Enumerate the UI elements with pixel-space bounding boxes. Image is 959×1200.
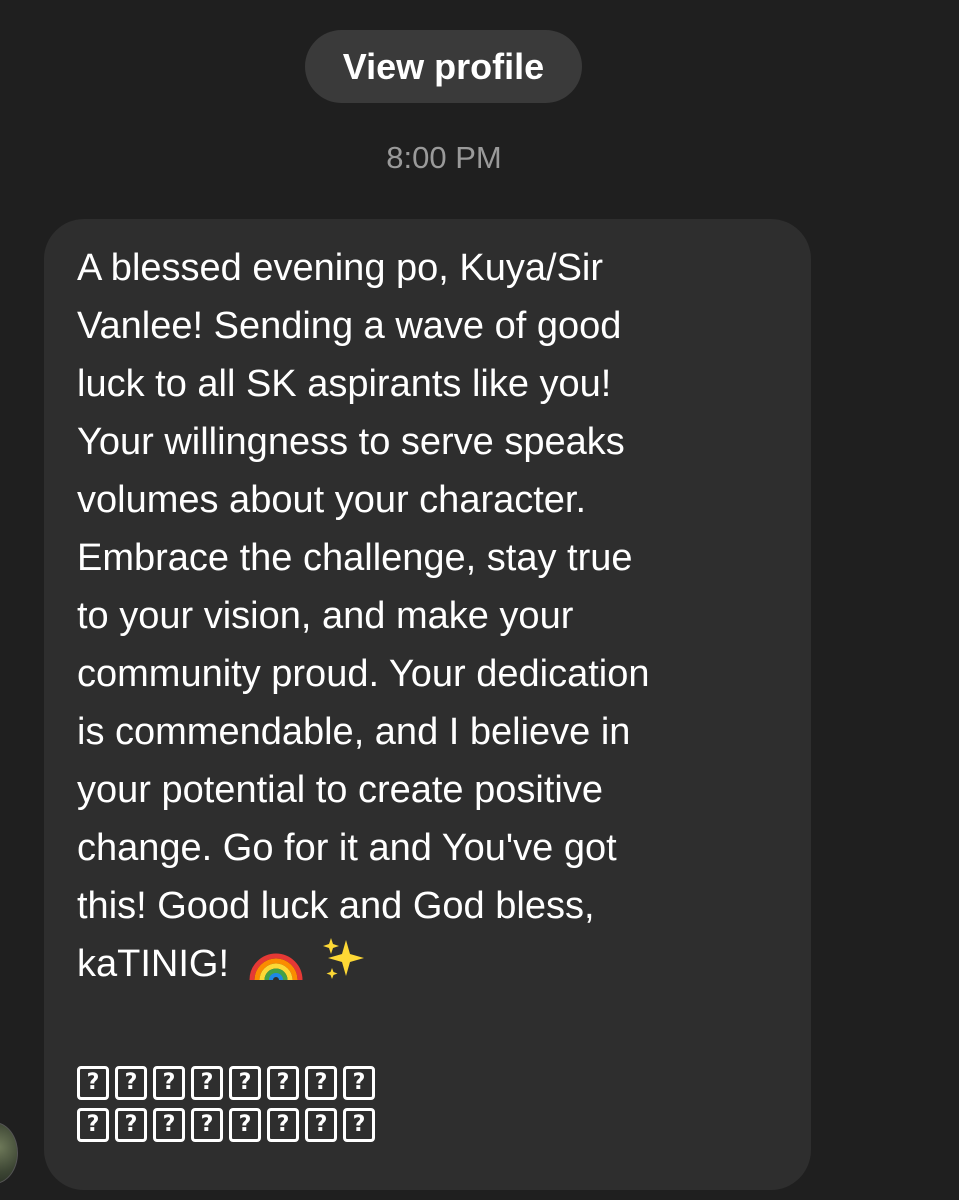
missing-glyph-icon: ? [115,1108,147,1142]
missing-glyph-icon: ? [267,1066,299,1100]
message-timestamp: 8:00 PM [386,140,502,175]
missing-glyph-icon: ? [229,1108,261,1142]
message-line: to your vision, and make your [77,595,574,637]
missing-glyph-icon: ? [343,1108,375,1142]
message-line: A blessed evening po, Kuya/Sir [77,247,604,289]
missing-glyph-icon: ? [229,1066,261,1100]
message-line: luck to all SK aspirants like you! [77,363,612,405]
message-line: community proud. Your dedication [77,653,650,695]
missing-glyph-icon: ? [191,1108,223,1142]
sparkles-icon [322,936,368,999]
message-text: A blessed evening po, Kuya/Sir Vanlee! S… [77,239,781,999]
missing-glyph-icon: ? [115,1066,147,1100]
message-line: kaTINIG! [77,943,230,985]
glyph-row: ? ? ? ? ? ? ? ? [77,1066,375,1100]
view-profile-button[interactable]: View profile [305,30,582,103]
message-line: your potential to create positive [77,769,603,811]
missing-glyph-icon: ? [77,1108,109,1142]
missing-glyph-icon: ? [77,1066,109,1100]
message-line: this! Good luck and God bless, [77,885,595,927]
sender-avatar[interactable] [0,1122,18,1184]
missing-glyph-icon: ? [191,1066,223,1100]
missing-glyph-icon: ? [343,1066,375,1100]
message-line: Embrace the challenge, stay true [77,537,633,579]
missing-glyph-icon: ? [153,1066,185,1100]
message-line-with-emoji: kaTINIG! [77,935,781,999]
message-line: volumes about your character. [77,479,587,521]
glyph-row: ? ? ? ? ? ? ? ? [77,1108,375,1142]
missing-glyph-icon: ? [267,1108,299,1142]
message-bubble[interactable]: A blessed evening po, Kuya/Sir Vanlee! S… [44,219,811,1190]
missing-glyph-icon: ? [305,1108,337,1142]
message-line: is commendable, and I believe in [77,711,631,753]
message-line: Your willingness to serve speaks [77,421,625,463]
rainbow-icon [248,940,304,999]
missing-glyph-icon: ? [305,1066,337,1100]
message-line: change. Go for it and You've got [77,827,617,869]
missing-glyph-icon: ? [153,1108,185,1142]
unrendered-glyphs: ? ? ? ? ? ? ? ? ? ? ? ? ? ? ? ? [77,1066,375,1150]
message-line: Vanlee! Sending a wave of good [77,305,622,347]
